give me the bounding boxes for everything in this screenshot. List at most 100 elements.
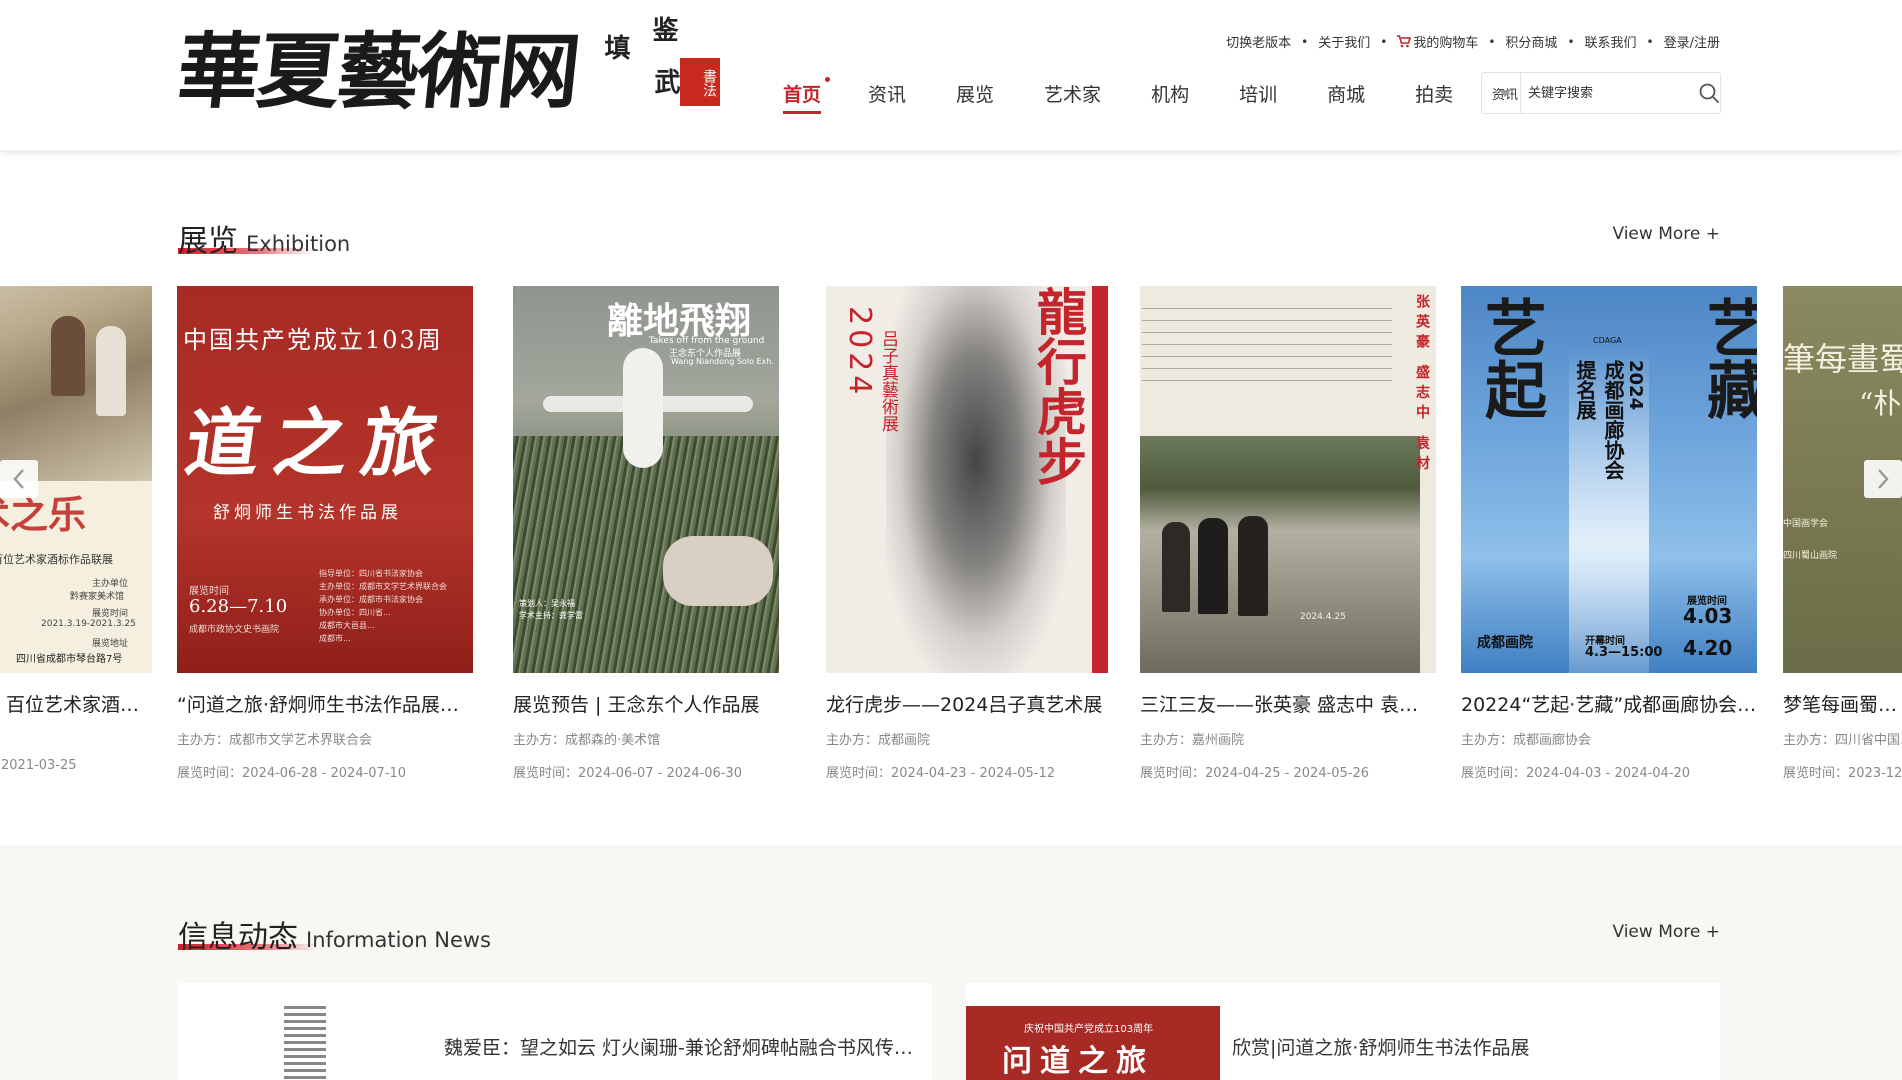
exhibition-card-title[interactable]: 三江三友——张英豪 盛志中 袁… [1140,690,1436,717]
top-links: 切换老版本 • 关于我们 • 我的购物车 • 积分商城 • 联系我们 • 登录/… [1226,32,1720,52]
poster-info: 策划人：吴永福 [519,599,575,608]
poster-info: 主办单位 [92,579,129,589]
poster-info: 指导单位：四川省书法家协会 [319,569,423,578]
exhibition-view-more-link[interactable]: View More + [1612,224,1720,244]
exhibition-card[interactable]: 中国共产党成立103周 道之旅 舒炯师生书法作品展 展览时间 6.28—7.10… [177,286,473,781]
search-button[interactable] [1698,73,1720,113]
exhibition-card[interactable]: 术之乐 百位艺术家酒标作品联展 主办单位 黔赛家美术馆 展览时间 2021.3.… [0,286,152,773]
exhibition-card[interactable]: 離地飛翔 Takes off from the ground 王念东个人作品展 … [513,286,809,781]
logo-side-text: 填 [600,34,630,60]
exhibition-card-title[interactable]: 梦笔每画蜀山… [1783,690,1902,717]
poster-subtitle: 百位艺术家酒标作品联展 [0,553,113,566]
poster-info: 四川省成都市琴台路7号 [16,654,123,665]
carousel-prev-button[interactable] [0,460,38,498]
exhibition-card-org: 主办方：嘉州画院 [1140,733,1245,748]
section-title-cn: 信息动态 [178,920,298,955]
nav-item-exhibition[interactable]: 展览 [956,80,994,114]
exhibition-poster[interactable]: 離地飛翔 Takes off from the ground 王念东个人作品展 … [513,286,779,673]
nav-item-artist[interactable]: 艺术家 [1044,80,1101,114]
search-category-select[interactable]: 资讯 [1482,73,1521,113]
nav-item-auction[interactable]: 拍卖 [1415,80,1453,114]
nav-label: 首页 [783,84,822,106]
exhibition-card-title[interactable]: 20224“艺起·艺藏”成都画廊协会… [1461,690,1757,717]
poster-figure [1198,518,1228,614]
chevron-left-icon [13,469,24,489]
exhibition-card-date: 展览时间：2024-06-07 - 2024-06-30 [513,766,743,781]
poster-figure [96,326,126,416]
cart-icon [1397,35,1412,48]
thumb-title: 问道之旅 [1002,1044,1154,1079]
separator-dot: • [1380,34,1388,49]
news-item-title[interactable]: 魏爱臣：望之如云 灯火阑珊-兼论舒炯碑帖融合书风传承… [444,1033,914,1060]
exhibition-card[interactable]: 2024 吕子真藝術展 龍行虎步 龙行虎步——2024吕子真艺术展 主办方：成都… [826,286,1122,781]
my-cart-label: 我的购物车 [1413,36,1479,51]
poster-info: 展览时间 [189,586,229,597]
login-register-link[interactable]: 登录/注册 [1664,32,1720,51]
exhibition-card-org: 主办方：成都市文学艺术界联合会 [177,733,373,748]
exhibition-card[interactable]: 张英豪 盛志中 袁材 2024.4.25 三江三友——张英豪 盛志中 袁… 主办… [1140,286,1436,781]
poster-subtitle: 吕子真藝術展 [878,330,898,432]
exhibition-card-date: 展览时间：2024-04-25 - 2024-05-26 [1140,766,1370,781]
nav-item-institution[interactable]: 机构 [1151,80,1189,114]
switch-old-version-link[interactable]: 切换老版本 [1226,32,1291,51]
exhibition-card-title[interactable]: “问道之旅·舒炯师生书法作品展… [177,690,473,717]
exhibition-card[interactable]: 艺起 艺藏 2024 成都画廊协会 提名展 CDAGA 成都画院 展览时间 4.… [1461,286,1757,781]
nav-item-news[interactable]: 资讯 [868,80,906,114]
points-mall-link[interactable]: 积分商城 [1505,32,1557,51]
news-thumbnail[interactable] [178,1006,432,1080]
poster-names: 张英豪 盛志中 袁材 [1414,294,1430,476]
exhibition-card-org: 主办方：成都画廊协会 [1461,733,1592,748]
exhibition-poster[interactable]: 张英豪 盛志中 袁材 2024.4.25 [1140,286,1436,673]
exhibition-card[interactable]: 筆每畫蜀 “朴 中国画学会 四川蜀山画院 梦笔每画蜀山… 主办方：四川省中国… … [1783,286,1902,781]
exhibition-card-org: 主办方：成都画院 [826,733,931,748]
exhibition-card-date: 展览时间：2024-04-23 - 2024-05-12 [826,766,1056,781]
poster-figure [51,316,85,396]
poster-header: 中国共产党成立103周 [183,326,443,354]
my-cart-link[interactable]: 我的购物车 [1397,32,1478,51]
exhibition-poster[interactable]: 艺起 艺藏 2024 成都画廊协会 提名展 CDAGA 成都画院 展览时间 4.… [1461,286,1757,673]
exhibition-card-org [0,729,152,744]
poster-red-stripe [1092,286,1108,673]
exhibition-card-title[interactable]: 展览预告 | 王念东个人作品展 [513,690,809,717]
search-input[interactable] [1521,73,1698,113]
poster-info: 成都市… [319,634,351,643]
news-item-title[interactable]: 欣赏|问道之旅·舒炯师生书法作品展 [1232,1033,1702,1060]
separator-dot: • [1488,34,1496,49]
poster-info: 承办单位：成都市书法家协会 [319,595,423,604]
exhibition-card-title[interactable]: 龙行虎步——2024吕子真艺术展 [826,690,1122,717]
poster-subtitle: 成都画廊协会 [1601,360,1625,480]
news-view-more-link[interactable]: View More + [1612,922,1720,942]
main-nav: 首页 资讯 展览 艺术家 机构 培训 商城 拍卖 [783,77,1453,114]
poster-title: 龍行虎步 [1029,286,1088,486]
separator-dot: • [1567,34,1575,49]
poster-info: 成都市大邑县… [319,621,375,630]
site-logo[interactable]: 華夏藝術网 填 鉴 武 書法 [173,10,726,144]
logo-seal: 書法 [680,58,720,106]
poster-date: 2024.4.25 [1300,612,1346,622]
exhibition-card-date: 2021-03-25 [1,758,77,773]
separator-dot: • [1301,34,1309,49]
poster-text-block [1142,308,1392,388]
poster-figure [663,536,773,606]
logo-side-text: 鉴 [648,16,678,42]
exhibition-card-date: 展览时间：2023-12-… [1783,766,1902,781]
site-header: 華夏藝術网 填 鉴 武 書法 切换老版本 • 关于我们 • 我的购物车 • 积分… [0,0,1902,150]
nav-item-home[interactable]: 首页 [783,77,831,114]
carousel-next-button[interactable] [1864,460,1902,498]
exhibition-poster[interactable]: 2024 吕子真藝術展 龍行虎步 [826,286,1108,673]
nav-item-mall[interactable]: 商城 [1327,80,1365,114]
news-section-title: 信息动态 Information News [178,912,491,956]
poster-info: 成都市政协文史书画院 [189,625,280,635]
news-item[interactable]: 庆祝中国共产党成立103周年 问道之旅 欣赏|问道之旅·舒炯师生书法作品展 [966,983,1720,1080]
news-thumbnail[interactable]: 庆祝中国共产党成立103周年 问道之旅 [966,1006,1220,1080]
news-item[interactable]: 魏爱臣：望之如云 灯火阑珊-兼论舒炯碑帖融合书风传承… [178,983,932,1080]
poster-year: 2024 [842,306,877,399]
exhibition-card-title[interactable]: 百位艺术家酒… [0,690,152,717]
exhibition-poster[interactable]: 中国共产党成立103周 道之旅 舒炯师生书法作品展 展览时间 6.28—7.10… [177,286,473,673]
poster-title-right: 艺藏 [1696,296,1757,420]
calligraphy-image [284,1006,326,1080]
contact-us-link[interactable]: 联系我们 [1585,32,1637,51]
about-us-link[interactable]: 关于我们 [1318,32,1370,51]
poster-quote: “朴 [1859,387,1902,420]
nav-item-training[interactable]: 培训 [1239,80,1277,114]
